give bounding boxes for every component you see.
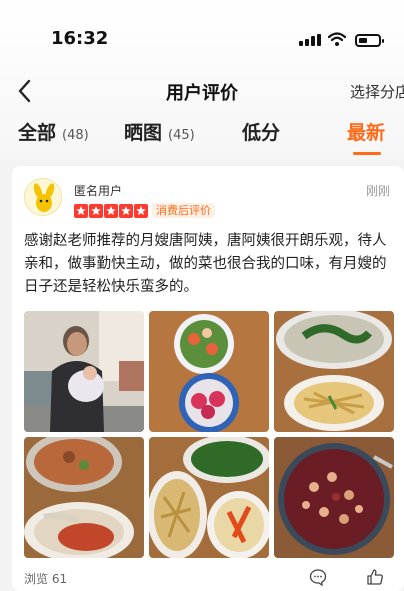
signal-icon: [299, 34, 321, 46]
star-icon: [119, 204, 133, 218]
filter-tabs: 全部 (48) 晒图 (45) 低分 最新: [0, 118, 404, 158]
review-photo[interactable]: [24, 311, 144, 432]
user-name: 匿名用户: [74, 184, 123, 198]
review-photo[interactable]: [274, 437, 394, 558]
tab-latest[interactable]: 最新: [347, 118, 385, 155]
battery-icon: [355, 34, 384, 47]
select-branch-button[interactable]: 选择分店: [350, 81, 404, 102]
nav-bar: 用户评价 选择分店: [0, 74, 404, 108]
top-header: 16:32 用户评价 选择分店 全部 (48) 晒图 (45) 低分 最新: [0, 0, 404, 160]
tab-low-score[interactable]: 低分: [242, 118, 280, 154]
view-count: 浏览 61: [24, 572, 68, 586]
avatar: [24, 178, 62, 216]
review-card: 匿名用户 消费后评价 刚刚 感谢赵老师推荐的月嫂唐阿姨，唐阿姨很开朗乐观，待人亲…: [12, 166, 404, 591]
review-type-badge: 消费后评价: [152, 203, 215, 218]
page-title: 用户评价: [166, 83, 238, 104]
wifi-icon: [328, 32, 346, 46]
star-icon: [89, 204, 103, 218]
review-footer: 浏览 61: [24, 568, 394, 588]
review-photo[interactable]: [274, 311, 394, 432]
star-icon: [134, 204, 148, 218]
review-photo[interactable]: [24, 437, 144, 558]
tab-photos[interactable]: 晒图 (45): [124, 118, 195, 154]
review-photo[interactable]: [149, 437, 269, 558]
status-bar: 16:32: [0, 28, 404, 54]
star-icon: [104, 204, 118, 218]
star-rating: [74, 204, 149, 218]
comment-icon[interactable]: [309, 568, 327, 586]
review-photo[interactable]: [149, 311, 269, 432]
review-text: 感谢赵老师推荐的月嫂唐阿姨，唐阿姨很开朗乐观，待人亲和，做事勤快主动，做的菜也很…: [24, 233, 387, 295]
tab-all[interactable]: 全部 (48): [18, 118, 89, 154]
like-icon[interactable]: [366, 568, 384, 586]
status-time: 16:32: [51, 28, 109, 49]
star-icon: [74, 204, 88, 218]
review-time: 刚刚: [365, 184, 390, 198]
photo-grid: [24, 311, 396, 559]
